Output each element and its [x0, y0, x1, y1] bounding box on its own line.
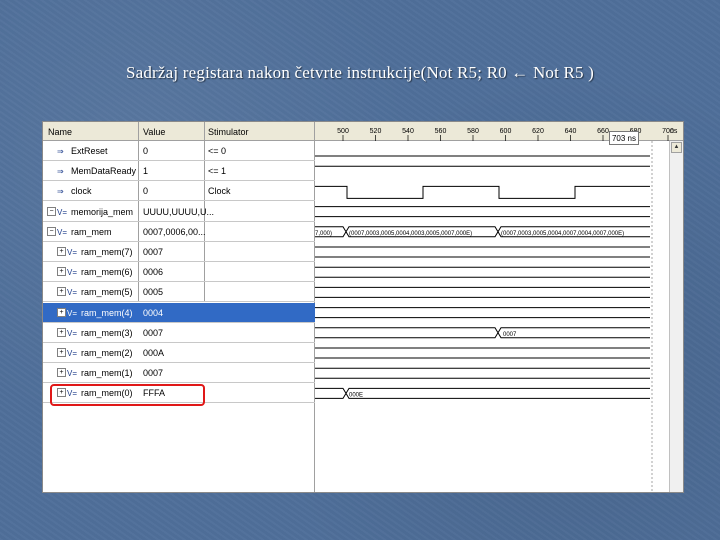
cursor-time-label: 703 ns [609, 131, 639, 145]
expand-icon[interactable]: + [57, 307, 66, 317]
wave-ram-mem-bus [315, 286, 650, 298]
signal-row[interactable]: + V= ram_mem(5) 0005 [43, 282, 315, 303]
expand-icon[interactable]: + [57, 247, 66, 256]
variable-icon: V= [57, 227, 68, 237]
waveform-viewer: Name Value Stimulator 500 520 540 560 580 600… [42, 121, 684, 493]
header-stimulator[interactable]: Stimulator [208, 127, 249, 137]
signal-name: clock [71, 186, 92, 197]
signal-name: MemDataReady [71, 166, 137, 177]
variable-icon: V= [67, 288, 78, 298]
timeline-tick-label: 580 [467, 128, 479, 135]
signal-value: 0006 [143, 267, 164, 278]
timeline-tick-label: 540 [402, 128, 414, 135]
input-signal-icon: ⇒ [57, 147, 64, 156]
timeline-unit: ns [670, 128, 678, 135]
wave-memorija-mem [315, 206, 650, 218]
signal-name: ram_mem(7) [81, 247, 133, 257]
collapse-icon[interactable]: − [47, 226, 56, 236]
timeline-tick-label: 500 [337, 128, 349, 135]
signal-name: ram_mem(1) [81, 368, 133, 379]
wave-ram-mem-bus [315, 307, 650, 319]
signal-value: 0007 [143, 327, 164, 338]
expand-icon[interactable]: + [57, 368, 66, 378]
signal-row[interactable]: − V= memorija_mem UUUU,UUUU,U... [43, 202, 315, 222]
timeline-tick-label: 640 [565, 128, 577, 135]
signal-name: ram_mem(3) [81, 327, 133, 338]
signal-row[interactable]: ⇒ clock 0 Clock [43, 181, 315, 202]
signal-name: memorija_mem [71, 206, 134, 217]
waveform-area[interactable]: 7,000) (0007,0003,0005,0004,0003,0005,000… [315, 141, 669, 492]
variable-icon: V= [67, 369, 78, 379]
expand-icon[interactable]: + [57, 348, 66, 357]
signal-row[interactable]: + V= ram_mem(4) 0004 [43, 302, 315, 323]
timeline-tick-label: 660 [597, 128, 609, 135]
signal-row[interactable]: + V= ram_mem(3) 0007 [43, 323, 315, 343]
signal-row[interactable]: + V= ram_mem(2) 000A [43, 343, 315, 363]
signal-name: ram_mem(6) [81, 267, 133, 278]
signal-value: 0 [143, 186, 149, 197]
header-name[interactable]: Name [48, 127, 72, 137]
signal-value: 0007 [143, 247, 164, 257]
signal-value: 0007,0006,00... [143, 226, 206, 237]
variable-icon: V= [67, 248, 78, 257]
wave-ram-mem-0-label: 000E [349, 392, 363, 398]
variable-icon: V= [67, 328, 78, 338]
signal-row[interactable]: ⇒ MemDataReady 1 <= 1 [43, 161, 315, 182]
wave-ram-mem-bus [315, 347, 650, 359]
slide-title: Sadržaj registara nakon četvrte instrukc… [125, 63, 595, 82]
variable-icon: V= [67, 268, 78, 278]
expand-icon[interactable]: + [57, 287, 66, 297]
signal-row[interactable]: + V= ram_mem(7) 0007 [43, 242, 315, 262]
variable-icon: V= [57, 207, 68, 217]
signal-stimulator: <= 1 [208, 166, 227, 177]
column-header: Name Value Stimulator 500 520 540 560 580 600… [43, 122, 683, 141]
signal-name: ram_mem(5) [81, 287, 133, 298]
wave-ram-mem-3 [315, 327, 650, 339]
signal-value: 000A [143, 348, 165, 358]
signal-value: 0007 [143, 368, 164, 379]
variable-icon: V= [67, 308, 78, 318]
wave-clock [315, 185, 650, 199]
signal-row[interactable]: + V= ram_mem(1) 0007 [43, 363, 315, 384]
input-signal-icon: ⇒ [57, 187, 64, 197]
signal-name: ram_mem(2) [81, 348, 133, 358]
timeline-tick-label: 620 [532, 128, 544, 135]
signal-name: ram_mem [71, 226, 112, 237]
wave-ram-mem-0 [315, 387, 650, 399]
signal-stimulator: Clock [208, 186, 231, 197]
collapse-icon[interactable]: − [47, 206, 56, 216]
wave-ram-mem-3-label: 0007 [503, 332, 517, 338]
signal-value: 0005 [143, 287, 164, 298]
scroll-up-icon[interactable]: ▲ [671, 142, 682, 153]
wave-ram-mem-bus [315, 246, 650, 258]
expand-icon[interactable]: + [57, 267, 66, 277]
signal-value: 0 [143, 146, 149, 156]
wave-ram-mem-label: (0007,0003,0005,0004,0007,0004,0007,000E… [501, 231, 624, 237]
wave-ram-mem-bus [315, 266, 650, 278]
wave-ram-mem-label: 7,000) [315, 231, 332, 237]
signal-row[interactable]: + V= ram_mem(6) 0006 [43, 262, 315, 283]
variable-icon: V= [67, 349, 78, 358]
timeline-tick-label: 560 [435, 128, 447, 135]
signal-name: ram_mem(4) [81, 307, 133, 318]
signal-row[interactable]: ⇒ ExtReset 0 <= 0 [43, 141, 315, 161]
expand-icon[interactable]: + [57, 327, 66, 337]
input-signal-icon: ⇒ [57, 167, 64, 177]
highlight-box [50, 384, 205, 406]
timeline-tick-label: 520 [370, 128, 382, 135]
timeline-tick-label: 600 [500, 128, 512, 135]
signal-value: UUUU,UUUU,U... [143, 206, 214, 217]
wave-ram-mem-bus [315, 367, 650, 379]
signal-row[interactable]: − V= ram_mem 0007,0006,00... [43, 222, 315, 242]
wave-ram-mem-label: (0007,0003,0005,0004,0003,0005,0007,000E… [349, 231, 472, 237]
signal-value: 0004 [143, 307, 164, 318]
header-value[interactable]: Value [143, 127, 165, 137]
vertical-scrollbar[interactable]: ▲ [669, 141, 683, 492]
signal-name: ExtReset [71, 146, 108, 156]
signal-stimulator: <= 0 [208, 146, 227, 156]
signal-value: 1 [143, 166, 149, 177]
